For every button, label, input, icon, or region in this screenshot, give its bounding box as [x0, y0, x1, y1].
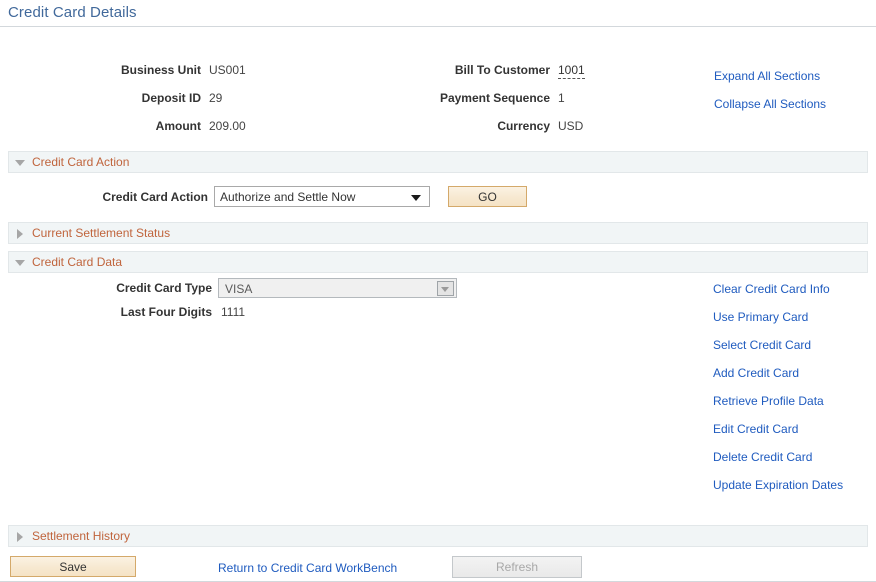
amount-label: Amount [66, 119, 201, 133]
credit-card-action-label: Credit Card Action [80, 190, 208, 204]
chevron-right-icon [17, 229, 23, 239]
save-button[interactable]: Save [10, 556, 136, 577]
section-header-credit-card-data[interactable]: Credit Card Data [8, 251, 868, 273]
payment-sequence-label: Payment Sequence [390, 91, 550, 105]
use-primary-card-link[interactable]: Use Primary Card [713, 310, 808, 324]
credit-card-type-select: VISA [218, 278, 457, 298]
select-credit-card-link[interactable]: Select Credit Card [713, 338, 811, 352]
deposit-id-label: Deposit ID [66, 91, 201, 105]
last-four-digits-label: Last Four Digits [90, 305, 212, 319]
credit-card-type-value: VISA [225, 282, 252, 296]
business-unit-label: Business Unit [66, 63, 201, 77]
section-title-settlement-history: Settlement History [32, 529, 130, 543]
page-title: Credit Card Details [8, 4, 137, 21]
credit-card-action-selected-value: Authorize and Settle Now [220, 190, 355, 204]
retrieve-profile-data-link[interactable]: Retrieve Profile Data [713, 394, 824, 408]
credit-card-type-label: Credit Card Type [90, 281, 212, 295]
deposit-id-value: 29 [209, 91, 222, 105]
chevron-down-icon [15, 260, 25, 266]
amount-value: 209.00 [209, 119, 246, 133]
chevron-down-icon [15, 160, 25, 166]
page-title-bar: Credit Card Details [0, 0, 876, 27]
chevron-right-icon [17, 532, 23, 542]
expand-all-sections-link[interactable]: Expand All Sections [714, 69, 820, 83]
chevron-down-icon [411, 195, 421, 201]
bill-to-customer-label: Bill To Customer [390, 63, 550, 77]
section-header-settlement-history[interactable]: Settlement History [8, 525, 868, 547]
return-to-credit-card-workbench-link[interactable]: Return to Credit Card WorkBench [218, 561, 397, 575]
add-credit-card-link[interactable]: Add Credit Card [713, 366, 799, 380]
business-unit-value: US001 [209, 63, 246, 77]
bill-to-customer-value-link[interactable]: 1001 [558, 63, 585, 79]
update-expiration-dates-link[interactable]: Update Expiration Dates [713, 478, 843, 492]
refresh-button: Refresh [452, 556, 582, 578]
edit-credit-card-link[interactable]: Edit Credit Card [713, 422, 798, 436]
delete-credit-card-link[interactable]: Delete Credit Card [713, 450, 812, 464]
currency-label: Currency [390, 119, 550, 133]
currency-value: USD [558, 119, 583, 133]
payment-sequence-value: 1 [558, 91, 565, 105]
section-header-credit-card-action[interactable]: Credit Card Action [8, 151, 868, 173]
credit-card-action-select[interactable]: Authorize and Settle Now [214, 186, 430, 207]
go-button[interactable]: GO [448, 186, 527, 207]
clear-credit-card-info-link[interactable]: Clear Credit Card Info [713, 282, 830, 296]
section-title-credit-card-data: Credit Card Data [32, 255, 122, 269]
last-four-digits-value: 1111 [221, 305, 245, 319]
section-title-current-settlement-status: Current Settlement Status [32, 226, 170, 240]
section-header-current-settlement-status[interactable]: Current Settlement Status [8, 222, 868, 244]
section-title-credit-card-action: Credit Card Action [32, 155, 129, 169]
collapse-all-sections-link[interactable]: Collapse All Sections [714, 97, 826, 111]
chevron-down-icon [437, 281, 454, 296]
